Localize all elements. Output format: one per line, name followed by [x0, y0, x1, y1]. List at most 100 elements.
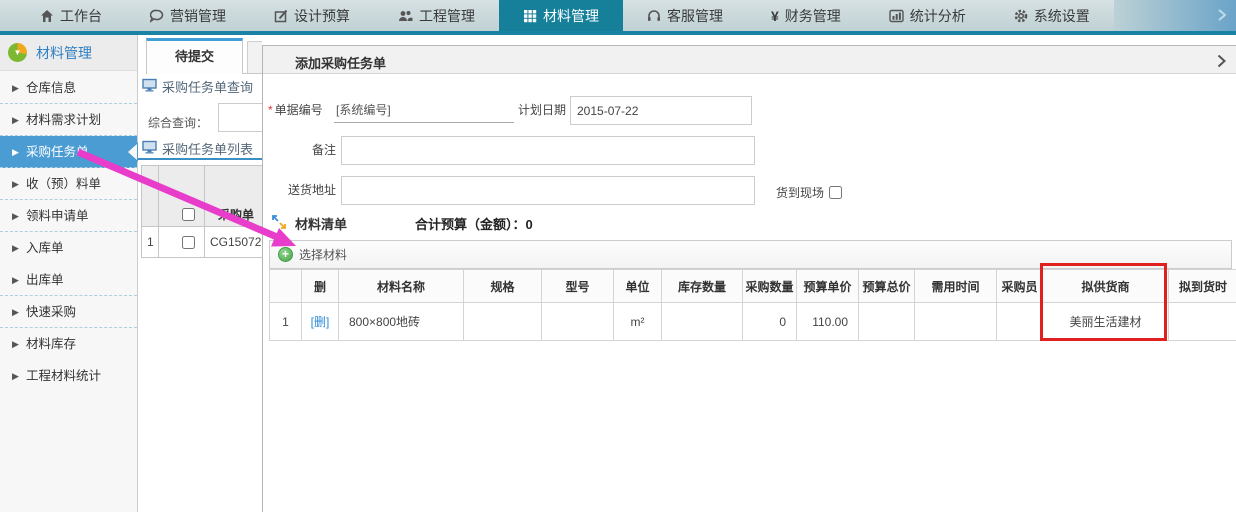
collapse-panel-icon[interactable]	[1217, 54, 1226, 71]
required-marker: *	[268, 103, 273, 117]
select-all-checkbox[interactable]	[182, 208, 195, 221]
nav-tab-label: 工作台	[60, 6, 102, 26]
nav-tab-design-budget[interactable]: 设计预算	[250, 0, 374, 31]
nav-tab-label: 工程管理	[419, 6, 475, 26]
doc-no-label: *单据编号	[268, 96, 323, 125]
section-purchase-task-list: 采购任务单列表	[142, 139, 253, 158]
content-area: ▼ 材料管理 ▶仓库信息 ▶材料需求计划 ▶采购任务单 ▶收（预）料单 ▶领料申…	[0, 35, 1236, 512]
sidebar-item-receive-material-order[interactable]: ▶收（预）料单	[0, 168, 137, 200]
nav-tab-customer-service[interactable]: 客服管理	[623, 0, 747, 31]
home-icon	[40, 9, 54, 23]
tab-pending-submit[interactable]: 待提交	[146, 38, 243, 74]
query-label: 综合查询：	[148, 109, 208, 138]
plan-date-label: 计划日期	[518, 96, 566, 125]
col-unit: 单位	[614, 270, 662, 303]
sidebar-item-warehouse-info[interactable]: ▶仓库信息	[0, 72, 137, 104]
remark-label: 备注	[312, 136, 336, 165]
cell-purchase-qty: 0	[743, 303, 797, 341]
nav-tab-project[interactable]: 工程管理	[374, 0, 499, 31]
query-input[interactable]	[218, 103, 262, 132]
sidebar-header[interactable]: ▼ 材料管理	[0, 35, 137, 71]
delete-row-link[interactable]: [删]	[311, 315, 330, 329]
col-material-name: 材料名称	[339, 270, 464, 303]
edit-icon	[274, 9, 288, 23]
sidebar-item-quick-purchase[interactable]: ▶快速采购	[0, 296, 137, 328]
cell-budget-total	[859, 303, 915, 341]
select-materials-button[interactable]: 选择材料	[299, 246, 347, 263]
panel-title: 添加采购任务单	[295, 53, 386, 72]
plan-date-input[interactable]	[570, 96, 752, 125]
section-underline	[138, 158, 262, 160]
sidebar-item-project-material-stats[interactable]: ▶工程材料统计	[0, 360, 137, 392]
col-purchase-qty: 采购数量	[743, 270, 797, 303]
triangle-bullet-icon: ▶	[12, 104, 19, 136]
sidebar-item-material-stock[interactable]: ▶材料库存	[0, 328, 137, 360]
add-purchase-task-panel: 添加采购任务单 *单据编号 计划日期 备注 送货地址 货到现场 材料清单 合计预…	[262, 45, 1236, 512]
col-stock-qty: 库存数量	[662, 270, 743, 303]
nav-tab-label: 营销管理	[170, 6, 226, 26]
doc-no-input[interactable]	[334, 97, 514, 123]
materials-toolbar: + 选择材料	[269, 240, 1232, 269]
nav-filler	[1114, 0, 1236, 31]
materials-section-header: 材料清单 合计预算（金额）：0	[271, 214, 533, 233]
triangle-bullet-icon: ▶	[12, 168, 19, 200]
bar-chart-icon	[889, 9, 904, 23]
nav-tab-materials[interactable]: 材料管理	[499, 0, 623, 31]
triangle-bullet-icon: ▶	[12, 72, 19, 104]
monitor-icon	[142, 78, 157, 95]
cell-stock-qty	[662, 303, 743, 341]
sidebar-item-purchase-task-order[interactable]: ▶采购任务单	[0, 136, 137, 168]
on-site-delivery-checkbox[interactable]	[829, 186, 842, 199]
col-need-time: 需用时间	[915, 270, 997, 303]
nav-collapse-icon[interactable]	[1218, 8, 1226, 25]
nav-tab-finance[interactable]: ¥ 财务管理	[747, 0, 865, 31]
cell-arrival	[1169, 303, 1236, 341]
nav-tab-label: 统计分析	[910, 6, 966, 26]
cell-need-time	[915, 303, 997, 341]
sidebar-item-outbound-order[interactable]: ▶出库单	[0, 264, 137, 296]
delivery-address-input[interactable]	[341, 176, 755, 205]
row-checkbox[interactable]	[182, 236, 195, 249]
cell-budget-price: 110.00	[797, 303, 859, 341]
sidebar-item-inbound-order[interactable]: ▶入库单	[0, 232, 137, 264]
row-number: 1	[147, 235, 154, 249]
sidebar-item-material-demand-plan[interactable]: ▶材料需求计划	[0, 104, 137, 136]
headset-icon	[647, 9, 661, 23]
nav-tab-label: 系统设置	[1034, 6, 1090, 26]
table-row: 1 [删] 800×800地砖 m² 0 110.00 美丽生活建材	[270, 303, 1236, 341]
background-page: 待提交 采购任务单查询 综合查询： 采购任务单列表 采购单 1 CG15072	[138, 35, 262, 512]
remark-input[interactable]	[341, 136, 755, 165]
yen-icon: ¥	[771, 9, 779, 23]
monitor-icon	[142, 140, 157, 157]
triangle-bullet-icon: ▶	[12, 264, 19, 296]
delivery-address-label: 送货地址	[288, 176, 336, 205]
nav-tab-statistics[interactable]: 统计分析	[865, 0, 990, 31]
add-plus-icon[interactable]: +	[278, 247, 293, 262]
cell-material-name: 800×800地砖	[339, 303, 464, 341]
nav-tab-label: 材料管理	[543, 6, 599, 26]
triangle-bullet-icon: ▶	[12, 360, 19, 392]
sidebar-item-material-request[interactable]: ▶领料申请单	[0, 200, 137, 232]
selected-notch	[128, 144, 137, 160]
nav-tab-workbench[interactable]: 工作台	[16, 0, 126, 31]
materials-table-header-row: 删 材料名称 规格 型号 单位 库存数量 采购数量 预算单价 预算总价 需用时间…	[270, 270, 1236, 303]
col-proposed-arrival: 拟到货时	[1169, 270, 1236, 303]
triangle-bullet-icon: ▶	[12, 136, 19, 168]
nav-tab-label: 设计预算	[294, 6, 350, 26]
sidebar-material-management: ▼ 材料管理 ▶仓库信息 ▶材料需求计划 ▶采购任务单 ▶收（预）料单 ▶领料申…	[0, 35, 138, 512]
nav-tab-settings[interactable]: 系统设置	[990, 0, 1114, 31]
module-circle-icon: ▼	[8, 43, 27, 62]
cell-spec	[464, 303, 542, 341]
grid-icon	[523, 9, 537, 23]
nav-tab-marketing[interactable]: 营销管理	[126, 0, 250, 31]
col-budget-price: 预算单价	[797, 270, 859, 303]
sidebar-title: 材料管理	[36, 43, 92, 63]
materials-table: 删 材料名称 规格 型号 单位 库存数量 采购数量 预算单价 预算总价 需用时间…	[269, 269, 1236, 341]
triangle-bullet-icon: ▶	[12, 328, 19, 360]
triangle-bullet-icon: ▶	[12, 296, 19, 328]
materials-section-title: 材料清单	[295, 214, 347, 233]
column-header-order-no: 采购单	[218, 206, 254, 223]
tabbar-border	[243, 73, 262, 74]
col-proposed-supplier: 拟供货商	[1043, 270, 1169, 303]
tab-next-partial[interactable]	[247, 41, 262, 74]
